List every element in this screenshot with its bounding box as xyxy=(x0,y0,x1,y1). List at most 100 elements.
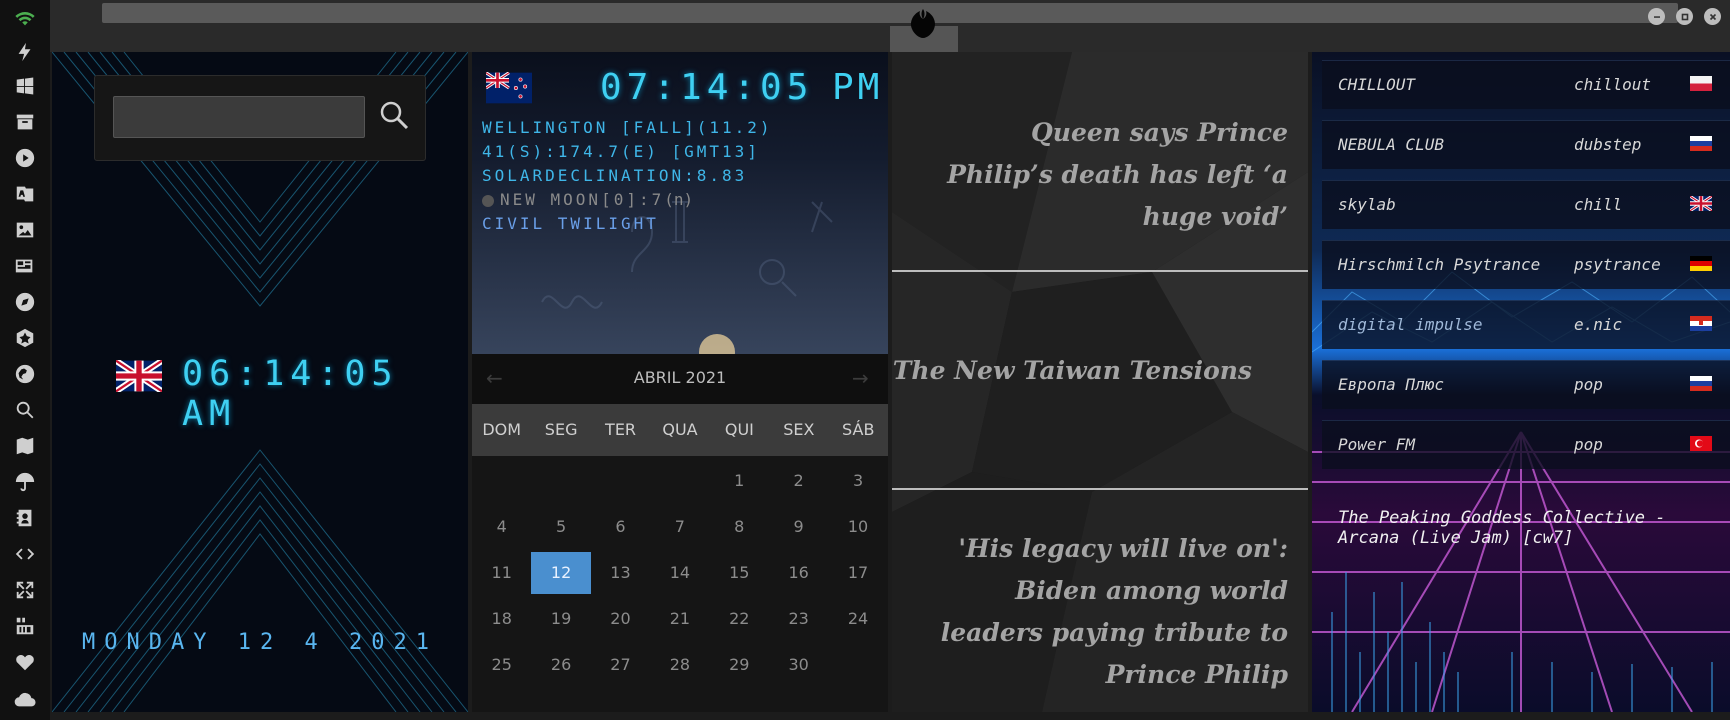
next-month-arrow-icon[interactable]: → xyxy=(852,366,869,390)
calendar-weekdays: DOM SEG TER QUA QUI SEX SÁB xyxy=(472,404,888,456)
image-icon[interactable] xyxy=(11,216,39,244)
calendar-header: ← ABRIL 2021 → xyxy=(472,354,888,404)
radio-station-row[interactable]: digital impulse e.nic xyxy=(1322,300,1730,349)
radio-station-row[interactable]: Европа Плюс pop xyxy=(1322,360,1730,409)
windows-icon[interactable] xyxy=(11,72,39,100)
radio-station-row[interactable]: NEBULA CLUB dubstep xyxy=(1322,120,1730,169)
calendar-week-row: 4 5 6 7 8 9 10 xyxy=(472,506,888,548)
coordinates-line: 41(S):174.7(E) [GMT13] xyxy=(482,142,760,161)
night-sky-background: 07:14:05 PM WELLINGTON [FALL](11.2) 41(S… xyxy=(472,52,888,354)
weekday-label: DOM xyxy=(482,420,522,439)
hexagon-star-icon[interactable] xyxy=(11,324,39,352)
news-headline[interactable]: 'His legacy will live on': Biden among w… xyxy=(908,528,1288,696)
calendar-day[interactable]: 20 xyxy=(591,598,650,640)
solar-declination-line: SOLARDECLINATION:8.83 xyxy=(482,166,748,185)
moon-phase-line: NEW MOON[0]:7(n) xyxy=(482,190,693,209)
station-genre: e.nic xyxy=(1574,315,1623,334)
sidebar xyxy=(0,0,50,720)
calendar-day[interactable]: 18 xyxy=(472,598,531,640)
calendar-day-selected[interactable]: 12 xyxy=(531,552,591,594)
location-line: WELLINGTON [FALL](11.2) xyxy=(482,118,773,137)
contacts-icon[interactable] xyxy=(11,504,39,532)
compass-icon[interactable] xyxy=(11,288,39,316)
code-icon[interactable] xyxy=(11,540,39,568)
calendar-day[interactable]: 15 xyxy=(710,552,769,594)
station-name: CHILLOUT xyxy=(1338,75,1416,94)
calendar-day xyxy=(591,460,650,502)
calendar-day[interactable]: 29 xyxy=(710,644,769,686)
radio-station-row[interactable]: CHILLOUT chillout xyxy=(1322,60,1730,109)
archive-icon[interactable] xyxy=(11,108,39,136)
play-circle-icon[interactable] xyxy=(11,144,39,172)
calendar-day[interactable]: 6 xyxy=(591,506,650,548)
search-box xyxy=(94,75,426,161)
map-icon[interactable] xyxy=(11,432,39,460)
calendar-week-row: 25 26 27 28 29 30 xyxy=(472,644,888,686)
weekday-label: SÁB xyxy=(842,420,875,439)
station-genre: chill xyxy=(1574,195,1623,214)
calendar-day[interactable]: 26 xyxy=(531,644,590,686)
calendar-day[interactable]: 8 xyxy=(710,506,769,548)
nz-time: 07:14:05 xyxy=(600,67,814,108)
nz-ampm: PM xyxy=(832,67,884,108)
news-headline[interactable]: The New Taiwan Tensions xyxy=(892,350,1252,392)
rebel-alliance-icon[interactable] xyxy=(903,6,943,46)
search-icon[interactable] xyxy=(11,396,39,424)
calendar-day[interactable]: 25 xyxy=(472,644,531,686)
weekday-label: QUI xyxy=(724,420,754,439)
maximize-button[interactable] xyxy=(1676,8,1693,25)
radio-station-row[interactable]: Hirschmilch Psytrance psytrance xyxy=(1322,240,1730,289)
calendar-day[interactable]: 10 xyxy=(828,506,887,548)
search-icon[interactable] xyxy=(377,98,411,132)
calendar-day[interactable]: 9 xyxy=(769,506,828,548)
calendar-day[interactable]: 23 xyxy=(769,598,828,640)
youtube-icon[interactable] xyxy=(11,612,39,640)
heart-icon[interactable] xyxy=(11,648,39,676)
calendar-day[interactable]: 1 xyxy=(710,460,769,502)
address-bar[interactable] xyxy=(102,3,1678,23)
globe-icon[interactable] xyxy=(11,360,39,388)
radio-station-row[interactable]: skylab chill xyxy=(1322,180,1730,229)
calendar-day[interactable]: 30 xyxy=(769,644,828,686)
calendar-day[interactable]: 28 xyxy=(650,644,709,686)
calendar-day[interactable]: 21 xyxy=(650,598,709,640)
calendar-day[interactable]: 14 xyxy=(650,552,709,594)
uk-clock-panel: 06:14:05 AM MONDAY 12 4 2021 xyxy=(52,52,468,712)
calendar-day[interactable]: 4 xyxy=(472,506,531,548)
umbrella-icon[interactable] xyxy=(11,468,39,496)
station-genre: chillout xyxy=(1574,75,1652,94)
newspaper-icon[interactable] xyxy=(11,252,39,280)
translate-book-icon[interactable] xyxy=(11,180,39,208)
station-name: digital impulse xyxy=(1338,315,1483,334)
news-headline[interactable]: Queen says Prince Philip’s death has lef… xyxy=(928,112,1288,238)
wifi-icon[interactable] xyxy=(11,4,39,32)
station-genre: pop xyxy=(1574,435,1603,454)
calendar-day[interactable]: 16 xyxy=(769,552,828,594)
calendar-day[interactable]: 2 xyxy=(769,460,828,502)
close-button[interactable] xyxy=(1704,8,1721,25)
calendar-day[interactable]: 19 xyxy=(531,598,590,640)
station-genre: dubstep xyxy=(1574,135,1642,154)
lightning-icon[interactable] xyxy=(11,38,39,66)
radio-station-row[interactable]: Power FM pop xyxy=(1322,420,1730,469)
weekday-label: TER xyxy=(605,420,637,439)
calendar-day[interactable]: 5 xyxy=(531,506,590,548)
calendar-day[interactable]: 3 xyxy=(828,460,887,502)
calendar-day[interactable]: 27 xyxy=(591,644,650,686)
calendar-day[interactable]: 11 xyxy=(472,552,531,594)
calendar-grid: 1 2 3 4 5 6 7 8 9 10 11 12 13 14 15 16 17 18 19 20 21 22 23 24 2… xyxy=(472,456,888,686)
calendar-day[interactable]: 24 xyxy=(828,598,887,640)
calendar-day[interactable]: 22 xyxy=(710,598,769,640)
cloud-icon[interactable] xyxy=(11,686,39,714)
calendar-day[interactable]: 7 xyxy=(650,506,709,548)
calendar-day[interactable]: 17 xyxy=(828,552,887,594)
expand-icon[interactable] xyxy=(11,576,39,604)
nz-flag-icon xyxy=(486,72,532,104)
news-panel: Queen says Prince Philip’s death has lef… xyxy=(892,52,1308,712)
search-input[interactable] xyxy=(113,96,365,138)
minimize-button[interactable] xyxy=(1648,8,1665,25)
calendar-day xyxy=(531,460,590,502)
uk-flag-icon xyxy=(116,360,162,392)
calendar-day[interactable]: 13 xyxy=(591,552,650,594)
calendar-week-row: 11 12 13 14 15 16 17 xyxy=(472,552,888,594)
